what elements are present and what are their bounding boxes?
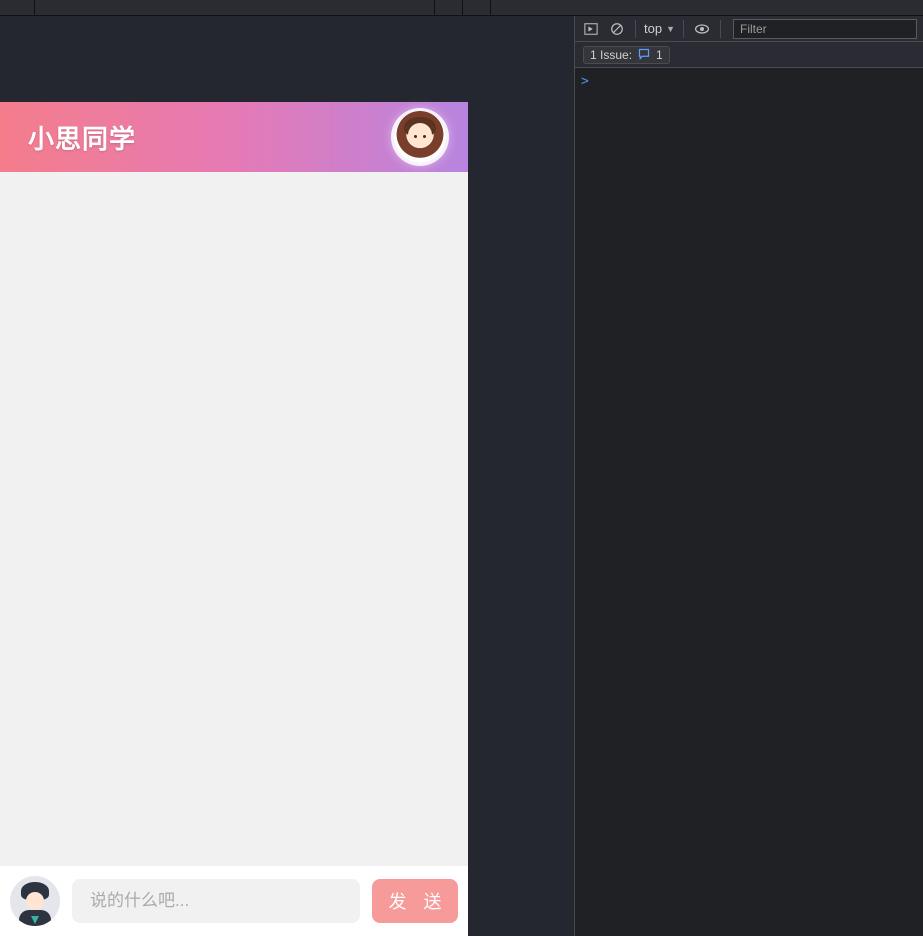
bot-avatar	[394, 111, 446, 163]
toolbar-divider	[720, 20, 721, 38]
avatar-tie	[31, 916, 39, 924]
page-top-margin	[0, 16, 574, 102]
clear-console-icon[interactable]	[607, 19, 627, 39]
chat-footer: 发 送	[0, 866, 468, 936]
chat-header: 小思同学	[0, 102, 468, 172]
avatar-eye	[423, 135, 426, 138]
console-output[interactable]: >	[575, 68, 923, 936]
avatar-face	[408, 123, 432, 147]
user-avatar	[10, 876, 60, 926]
workspace: 小思同学 发 送	[0, 16, 923, 936]
execution-context-selector[interactable]: top ▼	[644, 21, 675, 36]
tab-stub[interactable]	[463, 0, 491, 15]
tab-stub[interactable]	[435, 0, 463, 15]
console-prompt-icon: >	[581, 74, 589, 89]
send-button[interactable]: 发 送	[372, 879, 458, 923]
live-expression-icon[interactable]	[692, 19, 712, 39]
chat-title: 小思同学	[28, 119, 136, 156]
issues-count: 1	[656, 48, 663, 62]
chevron-down-icon: ▼	[666, 24, 675, 34]
issues-chip[interactable]: 1 Issue: 1	[583, 46, 670, 64]
chat-message-area[interactable]	[0, 172, 468, 866]
toolbar-divider	[683, 20, 684, 38]
issues-label: 1 Issue:	[590, 48, 632, 62]
console-sidebar-toggle-icon[interactable]	[581, 19, 601, 39]
devtools-panel: top ▼ 1 Issue: 1	[574, 16, 923, 936]
chat-window: 小思同学 发 送	[0, 102, 468, 936]
message-icon	[638, 48, 650, 62]
avatar-eye	[414, 135, 417, 138]
tab-stub[interactable]	[0, 0, 35, 15]
console-toolbar: top ▼	[575, 16, 923, 42]
console-filter-input[interactable]	[733, 19, 917, 39]
chat-input[interactable]	[72, 879, 360, 923]
browser-tab-strip	[0, 0, 923, 16]
tab-stub[interactable]	[35, 0, 435, 15]
toolbar-divider	[635, 20, 636, 38]
context-label: top	[644, 21, 662, 36]
page-viewport: 小思同学 发 送	[0, 16, 574, 936]
avatar-face	[26, 892, 44, 910]
issues-bar: 1 Issue: 1	[575, 42, 923, 68]
